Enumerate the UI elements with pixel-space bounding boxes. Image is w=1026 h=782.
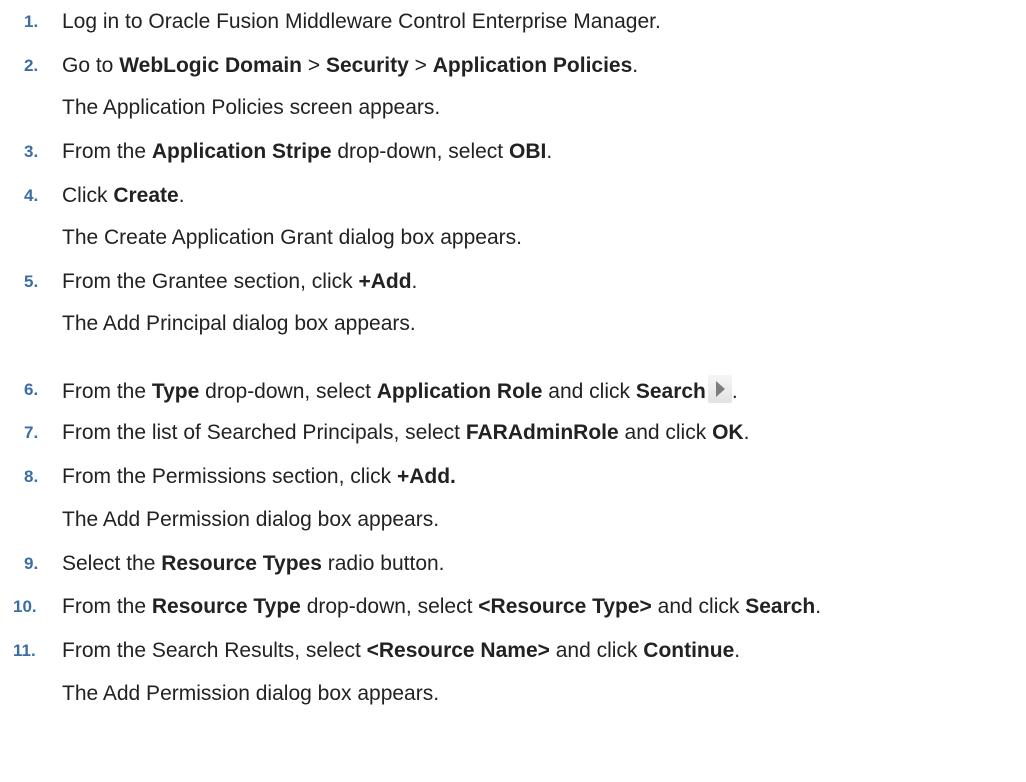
step-number: 9. (24, 554, 39, 573)
step-text: From the Application Stripe drop-down, s… (62, 140, 553, 163)
step-text: Log in to Oracle Fusion Middleware Contr… (62, 10, 661, 33)
step-text: Click Create. (62, 184, 185, 207)
step-number: 6. (24, 380, 39, 399)
step-text: From the Type drop-down, select Applicat… (62, 375, 738, 407)
step-number: 3. (24, 142, 39, 161)
step-text: Select the Resource Types radio button. (62, 552, 445, 575)
step-11-result: The Add Permission dialog box appears. (62, 682, 440, 705)
step-text: Go to WebLogic Domain > Security > Appli… (62, 54, 639, 77)
search-arrow-icon (707, 375, 732, 403)
step-2-result: The Application Policies screen appears. (62, 96, 441, 119)
step-5-result: The Add Principal dialog box appears. (62, 312, 416, 335)
step-text: From the list of Searched Principals, se… (62, 421, 750, 444)
step-number: 2. (24, 56, 39, 75)
step-number: 10. (13, 597, 37, 616)
step-number: 5. (24, 272, 39, 291)
step-text: From the Grantee section, click +Add. (62, 270, 418, 293)
step-4-result: The Create Application Grant dialog box … (62, 226, 522, 249)
step-text: From the Search Results, select <Resourc… (62, 639, 741, 662)
step-text: From the Resource Type drop-down, select… (62, 595, 822, 618)
step-8-result: The Add Permission dialog box appears. (62, 508, 440, 531)
step-number: 11. (13, 641, 36, 660)
step-number: 1. (24, 12, 39, 31)
step-number: 4. (24, 186, 39, 205)
step-text: From the Permissions section, click +Add… (62, 465, 456, 488)
step-number: 8. (24, 467, 39, 486)
step-number: 7. (24, 423, 39, 442)
